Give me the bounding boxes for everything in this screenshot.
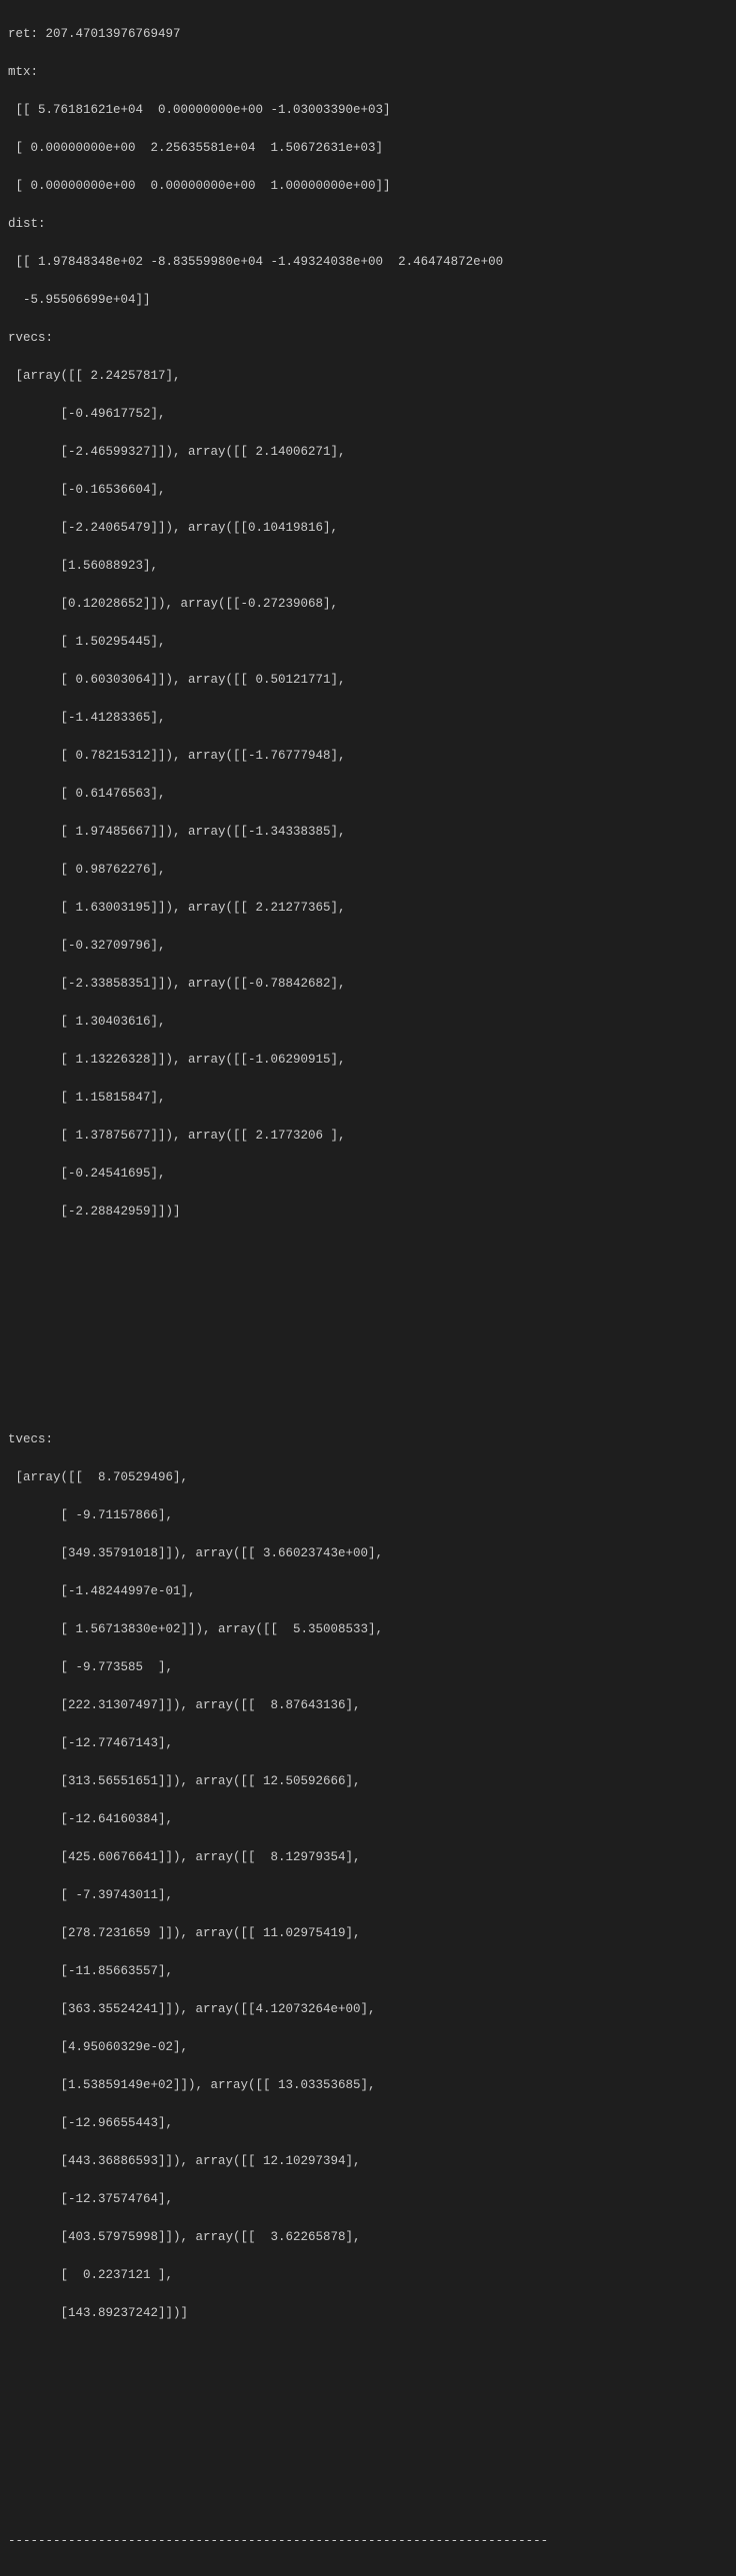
tvecs-line: [4.95060329e-02], xyxy=(8,2038,728,2057)
tvecs-line: [278.7231659 ]]), array([[ 11.02975419], xyxy=(8,1924,728,1943)
rvecs-line: [ 1.50295445], xyxy=(8,633,728,652)
rvecs-line: [-0.24541695], xyxy=(8,1165,728,1184)
tvecs-line: [425.60676641]]), array([[ 8.12979354], xyxy=(8,1848,728,1867)
tvecs-line: [1.53859149e+02]]), array([[ 13.03353685… xyxy=(8,2076,728,2095)
tvecs-line: [ 1.56713830e+02]]), array([[ 5.35008533… xyxy=(8,1620,728,1639)
tvecs-line: [313.56551651]]), array([[ 12.50592666], xyxy=(8,1772,728,1791)
rvecs-line: [ 1.97485667]]), array([[-1.34338385], xyxy=(8,823,728,842)
rvecs-line: [-0.49617752], xyxy=(8,405,728,424)
tvecs-label: tvecs: xyxy=(8,1430,728,1449)
tvecs-line: [-11.85663557], xyxy=(8,1962,728,1981)
tvecs-line: [-12.64160384], xyxy=(8,1810,728,1829)
rvecs-line: [array([[ 2.24257817], xyxy=(8,367,728,386)
rvecs-line: [ 1.30403616], xyxy=(8,1013,728,1032)
tvecs-line: [222.31307497]]), array([[ 8.87643136], xyxy=(8,1696,728,1715)
rvecs-line: [ 1.15815847], xyxy=(8,1089,728,1108)
ret-line: ret: 207.47013976769497 xyxy=(8,25,728,44)
mtx-row: [ 0.00000000e+00 2.25635581e+04 1.506726… xyxy=(8,139,728,158)
tvecs-line: [443.36886593]]), array([[ 12.10297394], xyxy=(8,2152,728,2171)
mtx-label: mtx: xyxy=(8,63,728,82)
rvecs-line: [ 1.37875677]]), array([[ 2.1773206 ], xyxy=(8,1127,728,1146)
tvecs-line: [363.35524241]]), array([[4.12073264e+00… xyxy=(8,2000,728,2019)
tvecs-line: [ -9.71157866], xyxy=(8,1506,728,1525)
rvecs-line: [0.12028652]]), array([[-0.27239068], xyxy=(8,595,728,614)
mtx-row: [[ 5.76181621e+04 0.00000000e+00 -1.0300… xyxy=(8,101,728,120)
rvecs-line: [-2.46599327]]), array([[ 2.14006271], xyxy=(8,443,728,462)
tvecs-line: [ -7.39743011], xyxy=(8,1886,728,1905)
rvecs-line: [ 0.78215312]]), array([[-1.76777948], xyxy=(8,747,728,766)
tvecs-line: [ 0.2237121 ], xyxy=(8,2266,728,2285)
rvecs-line: [-1.41283365], xyxy=(8,709,728,728)
rvecs-line: [ 1.13226328]]), array([[-1.06290915], xyxy=(8,1051,728,1070)
rvecs-line: [-2.33858351]]), array([[-0.78842682], xyxy=(8,975,728,994)
rvecs-line: [ 0.61476563], xyxy=(8,785,728,804)
tvecs-line: [-12.77467143], xyxy=(8,1734,728,1753)
rvecs-line: [-0.16536604], xyxy=(8,481,728,500)
rvecs-label: rvecs: xyxy=(8,329,728,348)
tvecs-line: [-12.96655443], xyxy=(8,2114,728,2133)
tvecs-line: [-1.48244997e-01], xyxy=(8,1582,728,1601)
ret-label: ret: xyxy=(8,27,46,41)
mtx-row: [ 0.00000000e+00 0.00000000e+00 1.000000… xyxy=(8,177,728,196)
rvecs-line: [ 0.60303064]]), array([[ 0.50121771], xyxy=(8,671,728,690)
tvecs-line: [349.35791018]]), array([[ 3.66023743e+0… xyxy=(8,1544,728,1563)
dist-label: dist: xyxy=(8,215,728,234)
rvecs-line: [-2.28842959]])] xyxy=(8,1203,728,1222)
rvecs-line: [-0.32709796], xyxy=(8,937,728,956)
ret-value: 207.47013976769497 xyxy=(46,27,181,41)
tvecs-line: [143.89237242]])] xyxy=(8,2304,728,2323)
tvecs-line: [array([[ 8.70529496], xyxy=(8,1468,728,1487)
dist-row: -5.95506699e+04]] xyxy=(8,291,728,310)
rvecs-line: [ 0.98762276], xyxy=(8,861,728,880)
rvecs-line: [1.56088923], xyxy=(8,557,728,576)
tvecs-line: [ -9.773585 ], xyxy=(8,1658,728,1677)
terminal-output[interactable]: ret: 207.47013976769497 mtx: [[ 5.761816… xyxy=(0,0,736,2576)
separator-line: ----------------------------------------… xyxy=(8,2532,728,2551)
rvecs-line: [ 1.63003195]]), array([[ 2.21277365], xyxy=(8,899,728,918)
rvecs-line: [-2.24065479]]), array([[0.10419816], xyxy=(8,519,728,538)
tvecs-line: [-12.37574764], xyxy=(8,2190,728,2209)
dist-row: [[ 1.97848348e+02 -8.83559980e+04 -1.493… xyxy=(8,253,728,272)
tvecs-line: [403.57975998]]), array([[ 3.62265878], xyxy=(8,2228,728,2247)
